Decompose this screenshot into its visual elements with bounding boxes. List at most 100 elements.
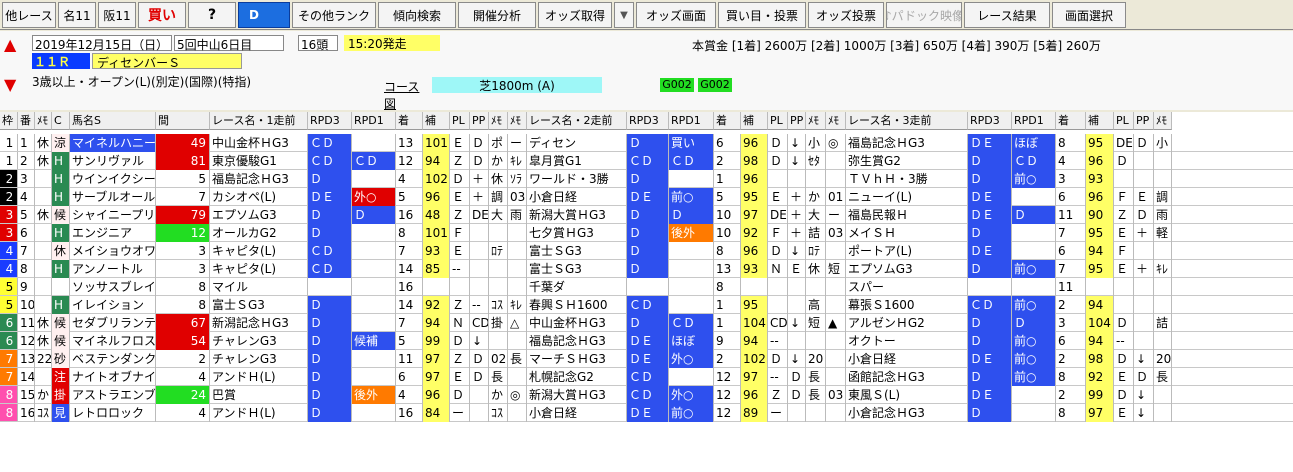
- table-cell: [806, 278, 826, 296]
- toolbar-button-5[interactable]: D: [238, 2, 290, 28]
- table-cell: Ｚ: [450, 152, 470, 170]
- header-cell-4: 馬名S: [70, 112, 156, 130]
- table-cell: 03: [826, 386, 846, 404]
- toolbar-button-7[interactable]: 傾向検索: [378, 2, 456, 28]
- toolbar-button-4[interactable]: ?: [188, 2, 236, 28]
- table-cell: [489, 224, 508, 242]
- table-cell: Ｄ: [669, 206, 714, 224]
- header-cell-8: RPD1: [352, 112, 396, 130]
- table-cell: 24: [156, 386, 210, 404]
- table-cell: 長: [806, 386, 826, 404]
- table-cell: Ｄ: [308, 296, 352, 314]
- table-cell: 5: [18, 206, 35, 224]
- race-number: １１Ｒ: [32, 53, 90, 69]
- toolbar-button-0[interactable]: 他レース: [2, 2, 56, 28]
- table-cell: [826, 170, 846, 188]
- table-cell: Ｄ: [1012, 314, 1056, 332]
- table-cell: 85: [423, 260, 450, 278]
- table-cell: Ｄ: [968, 170, 1012, 188]
- table-cell: 1: [0, 152, 18, 170]
- table-cell: ＣＤ: [308, 152, 352, 170]
- table-cell: 97: [1086, 404, 1114, 422]
- table-cell: 候: [52, 332, 70, 350]
- table-cell: [826, 404, 846, 422]
- table-cell: 1: [18, 134, 35, 152]
- table-cell: 前○: [1012, 260, 1056, 278]
- next-race-arrow-icon[interactable]: ▼: [4, 75, 16, 94]
- table-cell: --: [1114, 332, 1134, 350]
- table-cell: オールカG2: [210, 224, 308, 242]
- table-cell: Ｄ: [627, 260, 669, 278]
- toolbar-button-3[interactable]: 買い: [138, 2, 186, 28]
- table-cell: マイネルハニー: [70, 134, 156, 152]
- table-cell: [508, 242, 527, 260]
- table-cell: [352, 296, 396, 314]
- table-cell: Ｄ: [1114, 314, 1134, 332]
- table-cell: [1154, 386, 1172, 404]
- table-cell: 前○: [1012, 332, 1056, 350]
- table-cell: [35, 278, 52, 296]
- table-cell: 皐月賞G1: [527, 152, 627, 170]
- table-cell: スパー: [846, 278, 968, 296]
- table-cell: マイル: [210, 278, 308, 296]
- table-cell: 富士ＳG3: [527, 260, 627, 278]
- header-cell-19: 補: [741, 112, 768, 130]
- table-cell: 3: [1056, 314, 1086, 332]
- table-cell: 千葉ダ: [527, 278, 627, 296]
- toolbar-button-13[interactable]: オッズ投票: [808, 2, 884, 28]
- toolbar-button-10[interactable]: ▼: [614, 2, 634, 28]
- table-cell: DE: [472, 206, 489, 224]
- toolbar-button-9[interactable]: オッズ取得: [538, 2, 612, 28]
- table-cell: [35, 242, 52, 260]
- table-cell: イレイション: [70, 296, 156, 314]
- table-cell: ＋: [470, 170, 489, 188]
- table-cell: ＤＥ: [968, 134, 1012, 152]
- table-cell: ｷﾚ: [1154, 260, 1172, 278]
- toolbar-button-11[interactable]: オッズ画面: [636, 2, 716, 28]
- table-cell: 6: [1056, 242, 1086, 260]
- toolbar-button-2[interactable]: 阪11: [98, 2, 136, 28]
- table-cell: Ｆ: [1114, 188, 1134, 206]
- toolbar-button-6[interactable]: その他ランク: [292, 2, 376, 28]
- course-map-link[interactable]: コース図: [384, 78, 428, 111]
- toolbar-button-15[interactable]: レース結果: [964, 2, 1050, 28]
- table-cell: [669, 296, 714, 314]
- table-cell: 2: [0, 188, 18, 206]
- table-cell: 49: [156, 134, 210, 152]
- table-cell: Ｄ: [627, 224, 669, 242]
- table-cell: 10: [714, 224, 741, 242]
- prev-race-arrow-icon[interactable]: ▲: [4, 35, 16, 54]
- table-cell: Ｅ: [1114, 404, 1134, 422]
- table-cell: マーチＳＨG3: [527, 350, 627, 368]
- table-cell: アルゼンＨG2: [846, 314, 968, 332]
- toolbar-button-8[interactable]: 開催分析: [458, 2, 536, 28]
- table-cell: 16: [396, 278, 423, 296]
- toolbar-button-16[interactable]: 画面選択: [1052, 2, 1126, 28]
- table-cell: ＋: [1134, 260, 1154, 278]
- header-cell-15: レース名・2走前: [527, 112, 627, 130]
- table-cell: 大: [489, 206, 508, 224]
- table-cell: [470, 386, 489, 404]
- table-cell: 前○: [669, 188, 714, 206]
- table-cell: [826, 350, 846, 368]
- header-cell-2: ﾒﾓ: [35, 112, 52, 130]
- table-cell: ＋: [1134, 224, 1154, 242]
- header-cell-26: RPD1: [1012, 112, 1056, 130]
- table-cell: 6: [0, 332, 18, 350]
- table-cell: Ｄ: [768, 350, 788, 368]
- table-cell: 候: [52, 314, 70, 332]
- toolbar-button-14[interactable]: ♪パドック映像: [886, 2, 962, 28]
- table-cell: 54: [156, 332, 210, 350]
- table-cell: 4: [1056, 152, 1086, 170]
- table-cell: Ｄ: [1012, 206, 1056, 224]
- table-cell: 候: [52, 206, 70, 224]
- table-cell: [1154, 152, 1172, 170]
- table-cell: 104: [741, 314, 768, 332]
- table-cell: エプソムG3: [210, 206, 308, 224]
- table-cell: 外○: [669, 350, 714, 368]
- toolbar-button-1[interactable]: 名11: [58, 2, 96, 28]
- table-cell: Ｚ: [450, 350, 470, 368]
- toolbar-button-12[interactable]: 買い目・投票: [718, 2, 806, 28]
- table-cell: [352, 404, 396, 422]
- table-cell: ＋: [470, 188, 489, 206]
